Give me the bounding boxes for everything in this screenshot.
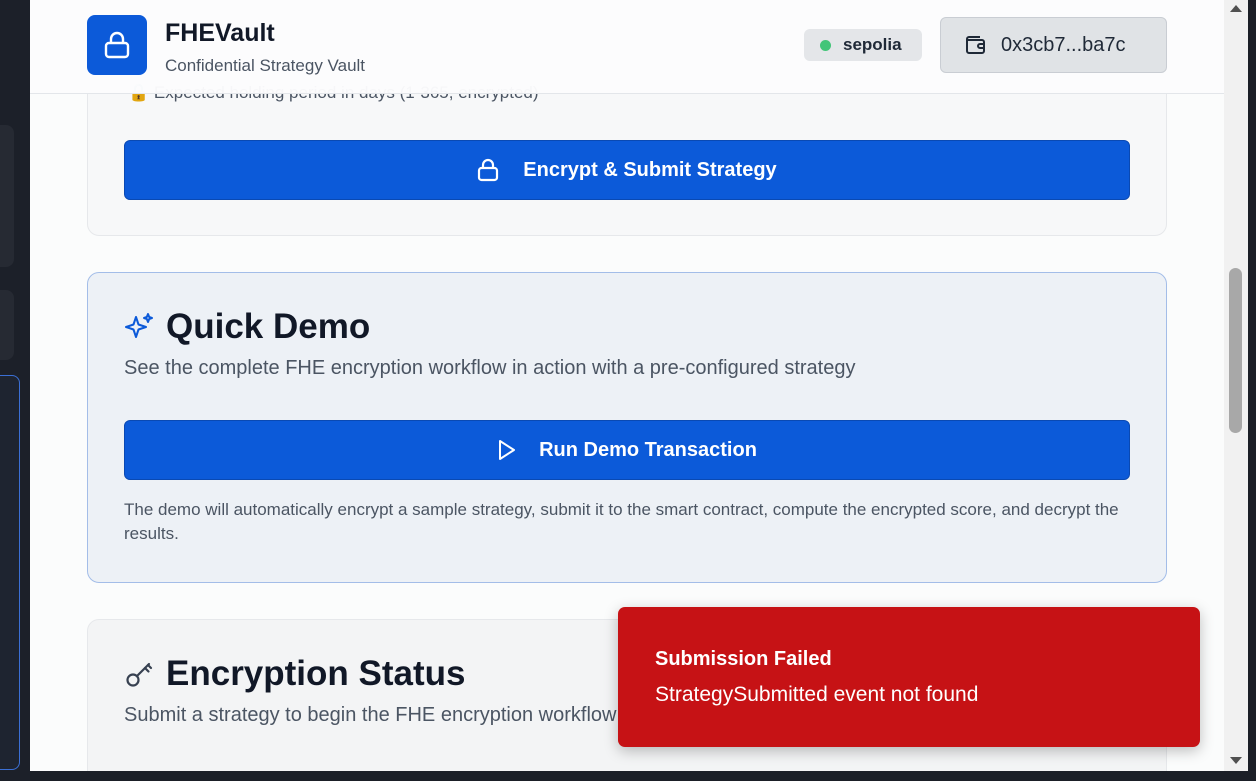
window-bottom-edge	[30, 771, 1256, 781]
sparkles-icon	[124, 312, 154, 342]
quick-demo-title: Quick Demo	[124, 307, 370, 347]
wallet-address: 0x3cb7...ba7c	[1001, 33, 1126, 56]
wallet-icon	[965, 35, 987, 55]
play-icon	[497, 439, 517, 461]
network-name: sepolia	[843, 35, 902, 54]
toast-message: StrategySubmitted event not found	[655, 683, 979, 706]
scroll-up-arrow-icon[interactable]	[1230, 5, 1242, 12]
quick-demo-card: Quick Demo See the complete FHE encrypti…	[87, 272, 1167, 583]
scrollbar[interactable]	[1224, 0, 1248, 771]
encryption-status-title: Encryption Status	[124, 654, 465, 694]
scrollbar-thumb[interactable]	[1229, 268, 1242, 433]
network-status-dot	[820, 39, 831, 51]
key-icon	[124, 659, 154, 689]
lock-icon	[477, 158, 499, 182]
encrypt-submit-button[interactable]: Encrypt & Submit Strategy	[124, 140, 1130, 200]
quick-demo-description: See the complete FHE encryption workflow…	[124, 357, 856, 379]
app-header: FHEVault Confidential Strategy Vault sep…	[30, 0, 1224, 94]
scroll-down-arrow-icon[interactable]	[1230, 757, 1242, 764]
run-demo-button[interactable]: Run Demo Transaction	[124, 420, 1130, 480]
background-panel	[0, 290, 14, 360]
quick-demo-title-text: Quick Demo	[166, 307, 371, 346]
run-demo-label: Run Demo Transaction	[539, 438, 757, 461]
lock-icon	[103, 30, 131, 60]
demo-note: The demo will automatically encrypt a sa…	[124, 500, 1119, 543]
background-panel-selected	[0, 375, 20, 770]
encrypt-submit-label: Encrypt & Submit Strategy	[523, 158, 777, 181]
background-panel	[0, 125, 14, 267]
network-badge: sepolia	[804, 29, 922, 61]
app-name: FHEVault	[165, 19, 275, 47]
error-toast[interactable]: Submission Failed StrategySubmitted even…	[618, 607, 1200, 747]
encryption-status-title-text: Encryption Status	[166, 654, 466, 693]
app-logo[interactable]	[87, 15, 147, 75]
app-subtitle: Confidential Strategy Vault	[165, 56, 366, 75]
toast-title: Submission Failed	[655, 648, 832, 670]
wallet-button[interactable]: 0x3cb7...ba7c	[940, 17, 1167, 73]
encryption-status-description: Submit a strategy to begin the FHE encry…	[124, 704, 617, 726]
